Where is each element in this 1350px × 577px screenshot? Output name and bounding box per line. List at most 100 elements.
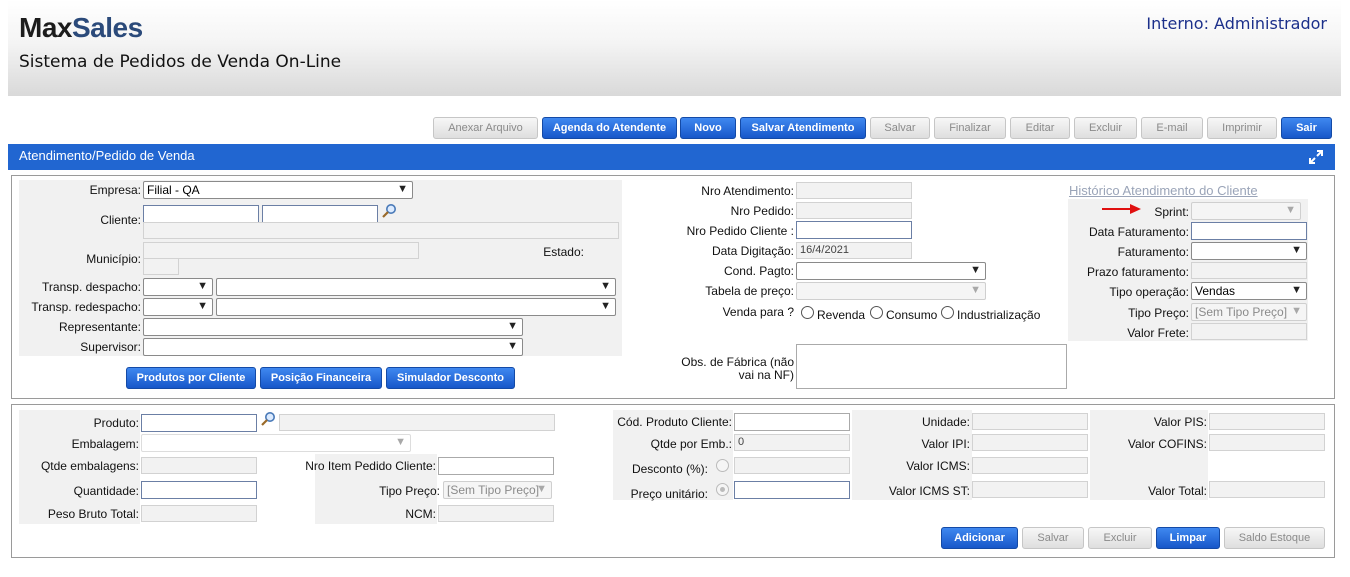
expand-icon[interactable] bbox=[1308, 149, 1324, 165]
valor-icms-st-field bbox=[972, 481, 1088, 498]
section-title-bar: Atendimento/Pedido de Venda bbox=[8, 144, 1335, 170]
email-button[interactable]: E-mail bbox=[1141, 117, 1203, 139]
data-faturamento-input[interactable] bbox=[1191, 222, 1307, 240]
municipio-label: Município: bbox=[86, 252, 141, 266]
qtde-por-emb-label: Qtde por Emb.: bbox=[650, 437, 732, 451]
transp-despacho-select[interactable]: ▼ bbox=[216, 278, 616, 296]
faturamento-label: Faturamento: bbox=[1117, 245, 1189, 259]
peso-bruto-field bbox=[141, 505, 257, 522]
search-icon[interactable] bbox=[260, 411, 276, 427]
historico-atendimento-link[interactable]: Histórico Atendimento do Cliente bbox=[1069, 183, 1258, 198]
valor-ipi-field bbox=[972, 434, 1088, 451]
chevron-down-icon: ▼ bbox=[1291, 284, 1302, 296]
desconto-radio[interactable] bbox=[716, 459, 729, 472]
search-icon[interactable] bbox=[381, 203, 397, 219]
cond-pagto-select[interactable]: ▼ bbox=[796, 262, 986, 280]
obs-fabrica-label-1: Obs. de Fábrica (não bbox=[681, 355, 794, 369]
quantidade-input[interactable] bbox=[141, 481, 257, 499]
representante-select[interactable]: ▼ bbox=[143, 318, 523, 336]
simulador-desconto-button[interactable]: Simulador Desconto bbox=[386, 367, 515, 389]
nro-item-input[interactable] bbox=[438, 457, 554, 475]
agenda-atendente-button[interactable]: Agenda do Atendente bbox=[542, 117, 677, 139]
unidade-label: Unidade: bbox=[921, 415, 970, 429]
transp-redespacho-label: Transp. redespacho: bbox=[31, 300, 141, 314]
produto-label: Produto: bbox=[93, 416, 139, 430]
revenda-label: Revenda bbox=[817, 308, 866, 322]
cliente-code-input[interactable] bbox=[143, 205, 259, 223]
chevron-down-icon: ▼ bbox=[600, 300, 611, 312]
preco-unitario-input[interactable] bbox=[734, 481, 850, 499]
embalagem-label: Embalagem: bbox=[71, 437, 139, 451]
logo: MaxSales bbox=[19, 12, 143, 44]
transp-despacho-code-select[interactable]: ▼ bbox=[143, 278, 213, 296]
desconto-label: Desconto (%): bbox=[631, 462, 708, 476]
industrializacao-radio[interactable] bbox=[941, 306, 954, 319]
transp-redespacho-select[interactable]: ▼ bbox=[216, 298, 616, 316]
anexar-arquivo-button[interactable]: Anexar Arquivo bbox=[433, 117, 538, 139]
nro-pedido-cliente-input[interactable] bbox=[796, 221, 912, 239]
consumo-label: Consumo bbox=[886, 308, 938, 322]
chevron-down-icon: ▼ bbox=[1285, 204, 1296, 216]
salvar-item-button[interactable]: Salvar bbox=[1022, 527, 1084, 549]
nro-pedido-cliente-label: Nro Pedido Cliente : bbox=[686, 224, 794, 238]
valor-pis-label: Valor PIS: bbox=[1153, 415, 1207, 429]
excluir-item-button[interactable]: Excluir bbox=[1088, 527, 1152, 549]
produto-input[interactable] bbox=[141, 414, 257, 432]
tipo-preco-label: Tipo Preço: bbox=[1128, 306, 1189, 320]
salvar-button[interactable]: Salvar bbox=[870, 117, 930, 139]
tipo-preco-produto-select[interactable]: [Sem Tipo Preço] ▼ bbox=[443, 481, 552, 499]
editar-button[interactable]: Editar bbox=[1010, 117, 1070, 139]
valor-ipi-label: Valor IPI: bbox=[921, 437, 970, 451]
cod-produto-cliente-input[interactable] bbox=[734, 413, 850, 431]
faturamento-select[interactable]: ▼ bbox=[1191, 242, 1307, 260]
finalizar-button[interactable]: Finalizar bbox=[934, 117, 1006, 139]
transp-redespacho-code-select[interactable]: ▼ bbox=[143, 298, 213, 316]
tipo-preco-select[interactable]: [Sem Tipo Preço] ▼ bbox=[1191, 303, 1307, 321]
chevron-down-icon: ▼ bbox=[507, 320, 518, 332]
municipio-code-field bbox=[143, 258, 179, 275]
chevron-down-icon: ▼ bbox=[536, 483, 547, 495]
produto-desc-field bbox=[279, 414, 555, 431]
saldo-estoque-button[interactable]: Saldo Estoque bbox=[1224, 527, 1325, 549]
preco-unitario-radio[interactable] bbox=[716, 483, 729, 496]
ncm-label: NCM: bbox=[405, 507, 436, 521]
cond-pagto-label: Cond. Pagto: bbox=[723, 264, 794, 278]
chevron-down-icon: ▼ bbox=[970, 284, 981, 296]
sprint-label: Sprint: bbox=[1154, 205, 1189, 219]
excluir-button[interactable]: Excluir bbox=[1074, 117, 1137, 139]
chevron-down-icon: ▼ bbox=[1291, 244, 1302, 256]
revenda-radio[interactable] bbox=[801, 306, 814, 319]
tipo-preco-produto-label: Tipo Preço: bbox=[379, 484, 440, 498]
tipo-operacao-select[interactable]: Vendas ▼ bbox=[1191, 282, 1307, 300]
empresa-select[interactable]: Filial - QA ▼ bbox=[143, 181, 413, 199]
produtos-por-cliente-button[interactable]: Produtos por Cliente bbox=[126, 367, 256, 389]
consumo-radio[interactable] bbox=[870, 306, 883, 319]
estado-label: Estado: bbox=[543, 245, 584, 259]
ncm-field bbox=[438, 505, 554, 522]
novo-button[interactable]: Novo bbox=[680, 117, 736, 139]
valor-frete-label: Valor Frete: bbox=[1127, 326, 1189, 340]
embalagem-select[interactable]: ▼ bbox=[141, 434, 411, 452]
limpar-button[interactable]: Limpar bbox=[1156, 527, 1220, 549]
logo-max: Max bbox=[19, 12, 72, 43]
representante-label: Representante: bbox=[58, 320, 141, 334]
salvar-atendimento-button[interactable]: Salvar Atendimento bbox=[740, 117, 866, 139]
obs-fabrica-textarea[interactable] bbox=[796, 344, 1067, 389]
valor-total-label: Valor Total: bbox=[1148, 484, 1207, 498]
nro-pedido-label: Nro Pedido: bbox=[730, 204, 794, 218]
supervisor-select[interactable]: ▼ bbox=[143, 338, 523, 356]
posicao-financeira-button[interactable]: Posição Financeira bbox=[260, 367, 382, 389]
nro-item-label: Nro Item Pedido Cliente: bbox=[305, 459, 436, 473]
cliente-label: Cliente: bbox=[100, 213, 141, 227]
tipo-preco-value: [Sem Tipo Preço] bbox=[1195, 305, 1288, 319]
data-digitacao-label: Data Digitação: bbox=[711, 244, 794, 258]
cliente-doc-input[interactable] bbox=[262, 205, 378, 223]
valor-icms-field bbox=[972, 457, 1088, 474]
sair-button[interactable]: Sair bbox=[1281, 117, 1332, 139]
app-subtitle: Sistema de Pedidos de Venda On-Line bbox=[19, 52, 342, 72]
data-digitacao-field: 16/4/2021 bbox=[796, 242, 912, 259]
tabela-preco-select[interactable]: ▼ bbox=[796, 282, 986, 300]
adicionar-button[interactable]: Adicionar bbox=[941, 527, 1018, 549]
sprint-select[interactable]: ▼ bbox=[1191, 202, 1301, 220]
imprimir-button[interactable]: Imprimir bbox=[1207, 117, 1277, 139]
